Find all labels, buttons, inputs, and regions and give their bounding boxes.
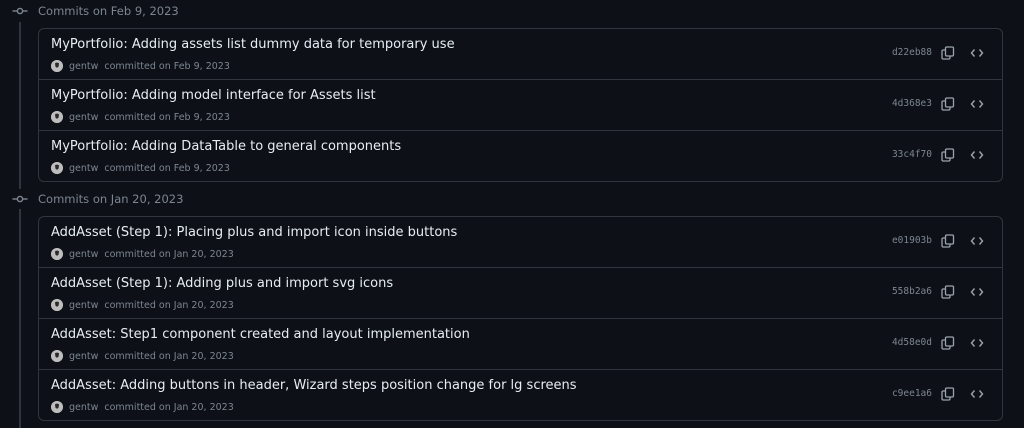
commit-author[interactable]: gentw (69, 61, 98, 72)
avatar[interactable] (51, 350, 63, 362)
commit-sha[interactable]: 4d58e0d (890, 337, 932, 348)
commit-row: AddAsset (Step 1): Placing plus and impo… (39, 217, 1002, 267)
commit-group-header: Commits on Feb 9, 2023 (0, 0, 400, 22)
commit-date: committed on Jan 20, 2023 (104, 401, 234, 413)
copy-icon[interactable] (938, 384, 958, 404)
commit-author[interactable]: gentw (69, 163, 98, 174)
copy-icon[interactable] (938, 231, 958, 251)
code-icon[interactable] (967, 145, 987, 165)
commit-sha[interactable]: 4d368e3 (890, 98, 932, 109)
commit-row: MyPortfolio: Adding model interface for … (39, 79, 1002, 130)
avatar[interactable] (51, 162, 63, 174)
avatar[interactable] (51, 299, 63, 311)
commit-author[interactable]: gentw (69, 112, 98, 123)
commit-list: AddAsset (Step 1): Placing plus and impo… (38, 216, 1003, 421)
timeline-line (19, 22, 21, 428)
commit-row: MyPortfolio: Adding DataTable to general… (39, 130, 1002, 181)
commit-meta: gentw committed on Feb 9, 2023 (51, 59, 230, 73)
copy-icon[interactable] (938, 43, 958, 63)
commit-date: committed on Jan 20, 2023 (104, 350, 234, 362)
copy-icon[interactable] (938, 94, 958, 114)
copy-icon[interactable] (938, 145, 958, 165)
commit-date: committed on Feb 9, 2023 (104, 162, 230, 174)
code-icon[interactable] (967, 333, 987, 353)
commit-author[interactable]: gentw (69, 249, 98, 260)
commit-group-title: Commits on Feb 9, 2023 (38, 4, 179, 18)
commit-author[interactable]: gentw (69, 402, 98, 413)
commit-message[interactable]: MyPortfolio: Adding model interface for … (51, 88, 376, 103)
commit-row: AddAsset: Adding buttons in header, Wiza… (39, 369, 1002, 420)
commit-author[interactable]: gentw (69, 351, 98, 362)
commit-sha[interactable]: e01903b (890, 235, 932, 246)
code-icon[interactable] (967, 94, 987, 114)
commit-sha[interactable]: d22eb88 (890, 47, 932, 58)
commit-meta: gentw committed on Jan 20, 2023 (51, 349, 234, 363)
copy-icon[interactable] (938, 333, 958, 353)
avatar[interactable] (51, 111, 63, 123)
commit-date: committed on Jan 20, 2023 (104, 299, 234, 311)
code-icon[interactable] (967, 282, 987, 302)
avatar[interactable] (51, 248, 63, 260)
git-commit-icon (10, 189, 30, 209)
commit-meta: gentw committed on Jan 20, 2023 (51, 247, 234, 261)
commit-group-title: Commits on Jan 20, 2023 (38, 192, 184, 206)
code-icon[interactable] (967, 231, 987, 251)
commit-sha[interactable]: 558b2a6 (890, 286, 932, 297)
commit-meta: gentw committed on Jan 20, 2023 (51, 298, 234, 312)
commit-meta: gentw committed on Jan 20, 2023 (51, 400, 234, 414)
commit-list: MyPortfolio: Adding assets list dummy da… (38, 28, 1003, 182)
git-commit-icon (10, 1, 30, 21)
code-icon[interactable] (967, 43, 987, 63)
commit-sha[interactable]: 33c4f70 (890, 149, 932, 160)
commit-date: committed on Feb 9, 2023 (104, 60, 230, 72)
commit-message[interactable]: AddAsset: Adding buttons in header, Wiza… (51, 378, 577, 393)
commit-meta: gentw committed on Feb 9, 2023 (51, 161, 230, 175)
commit-message[interactable]: MyPortfolio: Adding assets list dummy da… (51, 37, 455, 52)
commit-row: AddAsset: Step1 component created and la… (39, 318, 1002, 369)
copy-icon[interactable] (938, 282, 958, 302)
avatar[interactable] (51, 401, 63, 413)
commit-row: AddAsset (Step 1): Adding plus and impor… (39, 267, 1002, 318)
commit-sha[interactable]: c9ee1a6 (890, 388, 932, 399)
code-icon[interactable] (967, 384, 987, 404)
commit-message[interactable]: AddAsset (Step 1): Placing plus and impo… (51, 225, 457, 240)
commit-date: committed on Feb 9, 2023 (104, 111, 230, 123)
commit-message[interactable]: MyPortfolio: Adding DataTable to general… (51, 139, 401, 154)
commit-group-header: Commits on Jan 20, 2023 (0, 188, 400, 210)
commit-message[interactable]: AddAsset (Step 1): Adding plus and impor… (51, 276, 393, 291)
commit-row: MyPortfolio: Adding assets list dummy da… (39, 29, 1002, 79)
commit-meta: gentw committed on Feb 9, 2023 (51, 110, 230, 124)
commit-date: committed on Jan 20, 2023 (104, 248, 234, 260)
commit-message[interactable]: AddAsset: Step1 component created and la… (51, 327, 470, 342)
avatar[interactable] (51, 60, 63, 72)
commit-author[interactable]: gentw (69, 300, 98, 311)
